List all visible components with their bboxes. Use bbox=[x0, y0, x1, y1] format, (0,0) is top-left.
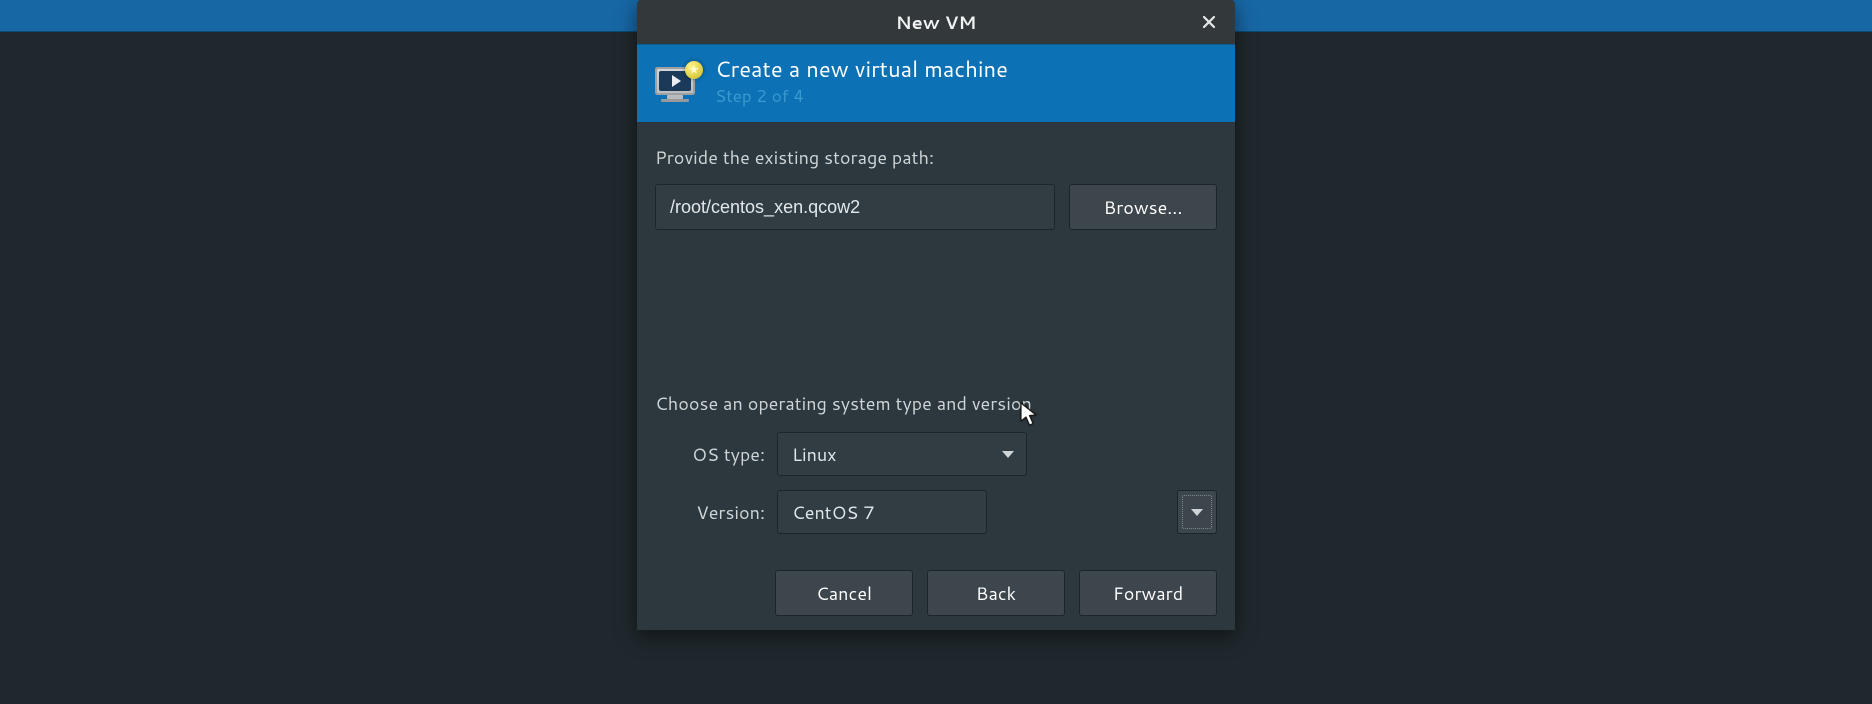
back-button[interactable]: Back bbox=[927, 570, 1065, 616]
storage-path-input[interactable] bbox=[655, 184, 1055, 230]
chevron-down-icon bbox=[1002, 451, 1014, 458]
os-type-value: Linux bbox=[792, 441, 836, 467]
chevron-down-icon bbox=[1191, 509, 1203, 516]
os-version-dropdown-toggle[interactable] bbox=[1177, 490, 1217, 534]
close-icon bbox=[1202, 8, 1216, 36]
browse-button[interactable]: Browse... bbox=[1069, 184, 1217, 230]
dialog-content: Provide the existing storage path: Brows… bbox=[637, 122, 1235, 552]
os-version-dropdown[interactable]: CentOS 7 bbox=[777, 490, 987, 534]
storage-path-label: Provide the existing storage path: bbox=[655, 144, 1217, 170]
dialog-title: New VM bbox=[896, 9, 977, 35]
vm-monitor-icon bbox=[653, 63, 701, 103]
cancel-button[interactable]: Cancel bbox=[775, 570, 913, 616]
dialog-titlebar[interactable]: New VM bbox=[637, 0, 1235, 44]
os-type-dropdown[interactable]: Linux bbox=[777, 432, 1027, 476]
wizard-banner: Create a new virtual machine Step 2 of 4 bbox=[637, 44, 1235, 122]
forward-button[interactable]: Forward bbox=[1079, 570, 1217, 616]
os-version-label: Version: bbox=[669, 499, 765, 525]
wizard-title: Create a new virtual machine bbox=[715, 57, 1008, 82]
os-type-label: OS type: bbox=[669, 441, 765, 467]
new-vm-dialog: New VM Create a new virtual machine Step… bbox=[637, 0, 1235, 630]
close-button[interactable] bbox=[1193, 6, 1225, 38]
os-version-value: CentOS 7 bbox=[792, 499, 875, 525]
dialog-footer: Cancel Back Forward bbox=[637, 552, 1235, 630]
wizard-step: Step 2 of 4 bbox=[715, 84, 1008, 108]
os-section-label: Choose an operating system type and vers… bbox=[655, 390, 1217, 416]
